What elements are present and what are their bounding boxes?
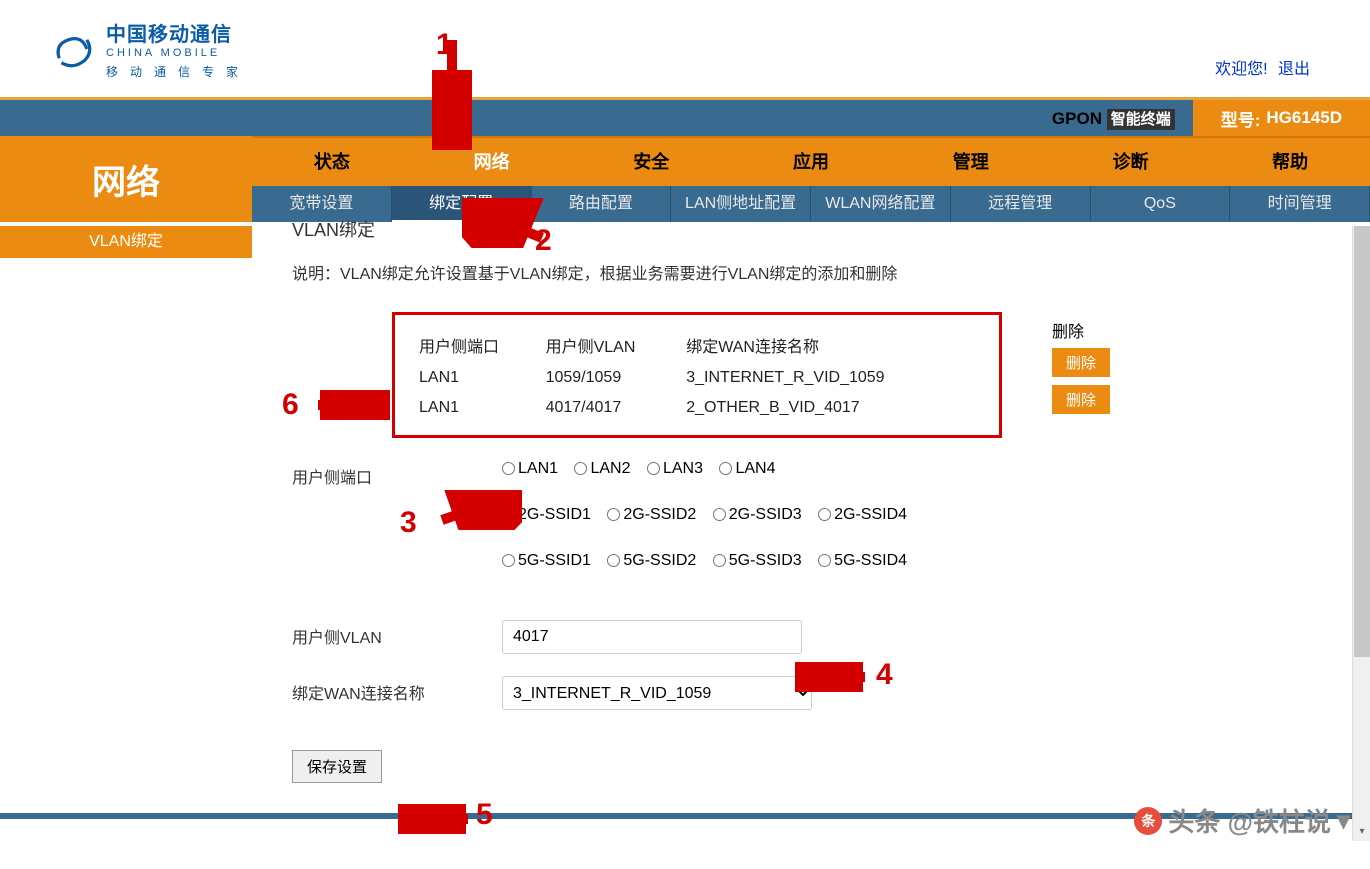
label-user-port: 用户侧端口	[292, 460, 502, 488]
footer-line	[0, 813, 1370, 819]
delete-button[interactable]: 删除	[1052, 385, 1110, 414]
tab-diagnosis[interactable]: 诊断	[1051, 138, 1211, 186]
radio-row-5g: 5G-SSID1 5G-SSID2 5G-SSID3 5G-SSID4	[502, 552, 1350, 570]
tab-help[interactable]: 帮助	[1210, 138, 1370, 186]
table-row: LAN1 1059/1059 3_INTERNET_R_VID_1059	[415, 363, 979, 393]
save-button[interactable]: 保存设置	[292, 750, 382, 783]
cell-vlan: 4017/4017	[542, 393, 683, 423]
device-info-bar: GPON 智能终端 型号: HG6145D	[0, 100, 1370, 136]
tab-status[interactable]: 状态	[252, 138, 412, 186]
page-description: 说明：VLAN绑定允许设置基于VLAN绑定，根据业务需要进行VLAN绑定的添加和…	[292, 260, 1350, 284]
logo-text-cn: 中国移动通信	[106, 18, 250, 47]
radio-2g-ssid1[interactable]: 2G-SSID1	[502, 506, 591, 523]
binding-table: 用户侧端口 用户侧VLAN 绑定WAN连接名称 LAN1 1059/1059 3…	[392, 312, 1002, 438]
logo-text-sub: 移动通信专家	[106, 63, 250, 80]
scroll-thumb[interactable]	[1354, 226, 1370, 657]
radio-5g-ssid2[interactable]: 5G-SSID2	[607, 552, 696, 569]
radio-lan4[interactable]: LAN4	[719, 460, 775, 477]
radio-row-2g: 2G-SSID1 2G-SSID2 2G-SSID3 2G-SSID4	[502, 506, 1350, 524]
gpon-text: GPON	[1052, 109, 1102, 128]
vlan-input[interactable]	[502, 620, 802, 654]
delete-header: 删除	[1052, 312, 1132, 348]
th-vlan: 用户侧VLAN	[542, 327, 683, 363]
logo-area: 中国移动通信 CHINA MOBILE 移动通信专家	[50, 18, 250, 80]
body-row: VLAN绑定 VLAN绑定 说明：VLAN绑定允许设置基于VLAN绑定，根据业务…	[0, 186, 1370, 813]
radio-row-lan: LAN1 LAN2 LAN3 LAN4	[502, 460, 1350, 478]
radio-2g-ssid3[interactable]: 2G-SSID3	[713, 506, 802, 523]
cell-wan: 3_INTERNET_R_VID_1059	[682, 363, 979, 393]
radio-lan1[interactable]: LAN1	[502, 460, 558, 477]
model-box: 型号: HG6145D	[1193, 100, 1370, 136]
china-mobile-logo-icon	[50, 26, 96, 72]
wan-select[interactable]: 3_INTERNET_R_VID_1059	[502, 676, 812, 710]
welcome-text: 欢迎您!	[1215, 61, 1267, 78]
radio-2g-ssid2[interactable]: 2G-SSID2	[607, 506, 696, 523]
welcome-area: 欢迎您! 退出	[1215, 55, 1310, 79]
radio-5g-ssid3[interactable]: 5G-SSID3	[713, 552, 802, 569]
logout-link[interactable]: 退出	[1278, 61, 1310, 78]
tab-security[interactable]: 安全	[571, 138, 731, 186]
cell-port: LAN1	[415, 363, 542, 393]
label-wan-name: 绑定WAN连接名称	[292, 676, 502, 704]
terminal-text: 智能终端	[1107, 109, 1175, 130]
scrollbar[interactable]: ▴ ▾	[1352, 226, 1370, 841]
table-header-row: 用户侧端口 用户侧VLAN 绑定WAN连接名称	[415, 327, 979, 363]
delete-button[interactable]: 删除	[1052, 348, 1110, 377]
main-tabs: 状态 网络 安全 应用 管理 诊断 帮助	[252, 136, 1370, 186]
delete-column: 删除 删除 删除	[1052, 312, 1132, 422]
nav-row: 网络 状态 网络 安全 应用 管理 诊断 帮助 宽带设置 绑定配置 路由配置 L…	[0, 136, 1370, 186]
header-bar: 中国移动通信 CHINA MOBILE 移动通信专家 欢迎您! 退出	[0, 0, 1370, 100]
logo-text-en: CHINA MOBILE	[106, 47, 250, 59]
radio-5g-ssid1[interactable]: 5G-SSID1	[502, 552, 591, 569]
table-row: LAN1 4017/4017 2_OTHER_B_VID_4017	[415, 393, 979, 423]
th-port: 用户侧端口	[415, 327, 542, 363]
tab-network[interactable]: 网络	[412, 138, 572, 186]
label-user-vlan: 用户侧VLAN	[292, 620, 502, 648]
content-area: VLAN绑定 说明：VLAN绑定允许设置基于VLAN绑定，根据业务需要进行VLA…	[252, 186, 1370, 813]
radio-lan2[interactable]: LAN2	[574, 460, 630, 477]
th-wan: 绑定WAN连接名称	[682, 327, 979, 363]
cell-vlan: 1059/1059	[542, 363, 683, 393]
tab-management[interactable]: 管理	[891, 138, 1051, 186]
model-label: 型号:	[1221, 106, 1261, 131]
radio-2g-ssid4[interactable]: 2G-SSID4	[818, 506, 907, 523]
scroll-down-icon[interactable]: ▾	[1353, 823, 1370, 841]
sidebar-item-vlan-binding[interactable]: VLAN绑定	[0, 226, 252, 258]
cell-port: LAN1	[415, 393, 542, 423]
cell-wan: 2_OTHER_B_VID_4017	[682, 393, 979, 423]
page-title: VLAN绑定	[292, 216, 1350, 242]
model-value: HG6145D	[1266, 108, 1342, 128]
radio-lan3[interactable]: LAN3	[647, 460, 703, 477]
gpon-label: GPON 智能终端	[1052, 108, 1193, 129]
sidebar: VLAN绑定	[0, 186, 252, 813]
tab-application[interactable]: 应用	[731, 138, 891, 186]
radio-5g-ssid4[interactable]: 5G-SSID4	[818, 552, 907, 569]
